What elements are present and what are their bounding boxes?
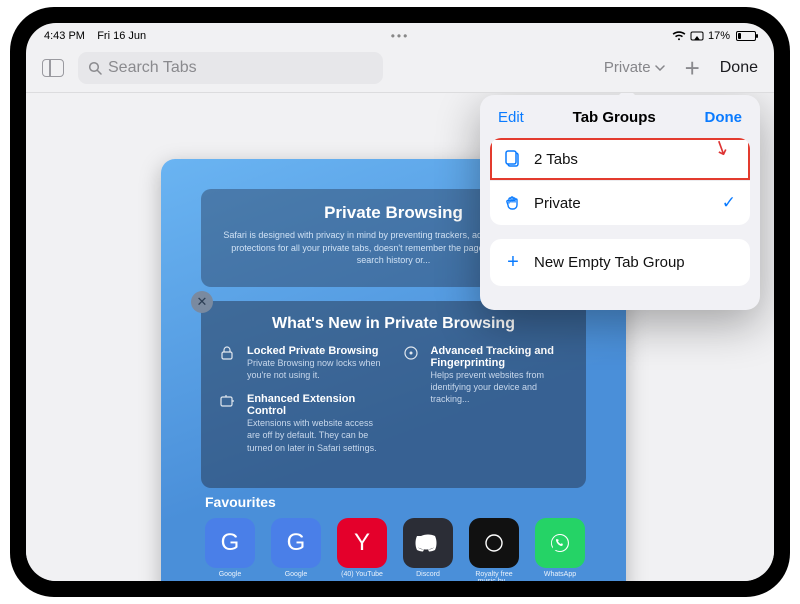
feature-text: Private Browsing now locks when you're n…	[247, 357, 385, 381]
tab-group-label: Private	[604, 59, 651, 76]
whatsapp-icon	[535, 518, 585, 568]
chevron-down-icon	[655, 65, 665, 71]
favourites-section: Favourites G Google G Google Y (40) YouTube…	[205, 494, 585, 581]
wifi-icon	[672, 31, 686, 41]
screen: 4:43 PM Fri 16 Jun ••• 17% Search Tabs P…	[26, 23, 774, 581]
screen-mirror-icon	[690, 31, 704, 41]
row-label: 2 Tabs	[534, 151, 578, 168]
battery-pct: 17%	[708, 30, 730, 42]
tile-label: Google	[271, 571, 321, 578]
status-time: 4:43 PM	[44, 30, 85, 42]
plus-icon: +	[504, 251, 522, 274]
tab-group-dropdown[interactable]: Private	[604, 59, 665, 76]
new-tab-group-button[interactable]: + New Empty Tab Group	[490, 239, 750, 286]
status-left: 4:43 PM Fri 16 Jun	[44, 30, 146, 42]
discord-icon	[403, 518, 453, 568]
favourite-tile[interactable]: WhatsApp	[535, 518, 585, 581]
whats-new-title: What's New in Private Browsing	[219, 315, 568, 333]
battery-icon	[736, 31, 756, 41]
tile-label: (40) YouTube	[337, 571, 387, 578]
feature-text: Extensions with website access are off b…	[247, 417, 385, 453]
popover-title: Tab Groups	[573, 109, 656, 126]
search-placeholder: Search Tabs	[108, 59, 197, 77]
tab-groups-popover: ↘ Edit Tab Groups Done 2 Tabs	[480, 95, 760, 310]
favourites-row: G Google G Google Y (40) YouTube Discord Ro…	[205, 518, 585, 581]
favourite-tile[interactable]: G Google	[271, 518, 321, 581]
tabs-icon	[504, 150, 522, 168]
new-tab-button[interactable]: +	[679, 55, 706, 81]
shield-icon	[403, 345, 421, 405]
favourite-tile[interactable]: Royalty free music by...	[469, 518, 519, 581]
feature-item: Advanced Tracking and Fingerprinting Hel…	[403, 345, 569, 405]
tile-label: Discord	[403, 571, 453, 578]
tile-icon	[469, 518, 519, 568]
feature-item: Enhanced Extension Control Extensions wi…	[219, 393, 385, 453]
edit-button[interactable]: Edit	[498, 109, 524, 126]
feature-item: Locked Private Browsing Private Browsing…	[219, 345, 385, 381]
tab-groups-list: 2 Tabs Private ✓	[490, 138, 750, 225]
content-area: Private Browsing Safari is designed with…	[26, 93, 774, 581]
status-date: Fri 16 Jun	[97, 30, 146, 42]
tile-icon: G	[205, 518, 255, 568]
search-input[interactable]: Search Tabs	[78, 52, 383, 84]
ipad-frame: 4:43 PM Fri 16 Jun ••• 17% Search Tabs P…	[10, 7, 790, 597]
toolbar: Search Tabs Private + Done	[26, 45, 774, 93]
row-label: Private	[534, 195, 581, 212]
done-button[interactable]: Done	[720, 59, 758, 77]
status-bar: 4:43 PM Fri 16 Jun ••• 17%	[26, 23, 774, 45]
tab-group-row-private[interactable]: Private ✓	[490, 180, 750, 225]
multitask-dots-icon[interactable]: •••	[391, 29, 410, 43]
tile-icon: G	[271, 518, 321, 568]
feature-title: Locked Private Browsing	[247, 345, 385, 357]
tab-group-row-tabs[interactable]: 2 Tabs	[490, 138, 750, 180]
search-icon	[88, 61, 102, 75]
popover-header: Edit Tab Groups Done	[490, 105, 750, 138]
favourite-tile[interactable]: Y (40) YouTube	[337, 518, 387, 581]
puzzle-icon	[219, 393, 237, 453]
checkmark-icon: ✓	[722, 193, 736, 213]
new-tab-group-list: + New Empty Tab Group	[490, 239, 750, 286]
hand-icon	[504, 194, 522, 212]
tile-icon: Y	[337, 518, 387, 568]
favourite-tile[interactable]: Discord	[403, 518, 453, 581]
lock-icon	[219, 345, 237, 381]
status-right: 17%	[672, 30, 756, 42]
feature-text: Helps prevent websites from identifying …	[431, 369, 569, 405]
close-icon[interactable]: ✕	[191, 291, 213, 313]
favourite-tile[interactable]: G Google	[205, 518, 255, 581]
tile-label: Google	[205, 571, 255, 578]
favourites-title: Favourites	[205, 494, 585, 510]
feature-title: Advanced Tracking and Fingerprinting	[431, 345, 569, 369]
row-label: New Empty Tab Group	[534, 254, 685, 271]
sidebar-toggle-icon[interactable]	[42, 59, 64, 77]
feature-title: Enhanced Extension Control	[247, 393, 385, 417]
popover-done-button[interactable]: Done	[704, 109, 742, 126]
whats-new-panel: ✕ What's New in Private Browsing Locked …	[201, 301, 586, 488]
tile-label: Royalty free music by...	[469, 571, 519, 581]
tile-label: WhatsApp	[535, 571, 585, 578]
